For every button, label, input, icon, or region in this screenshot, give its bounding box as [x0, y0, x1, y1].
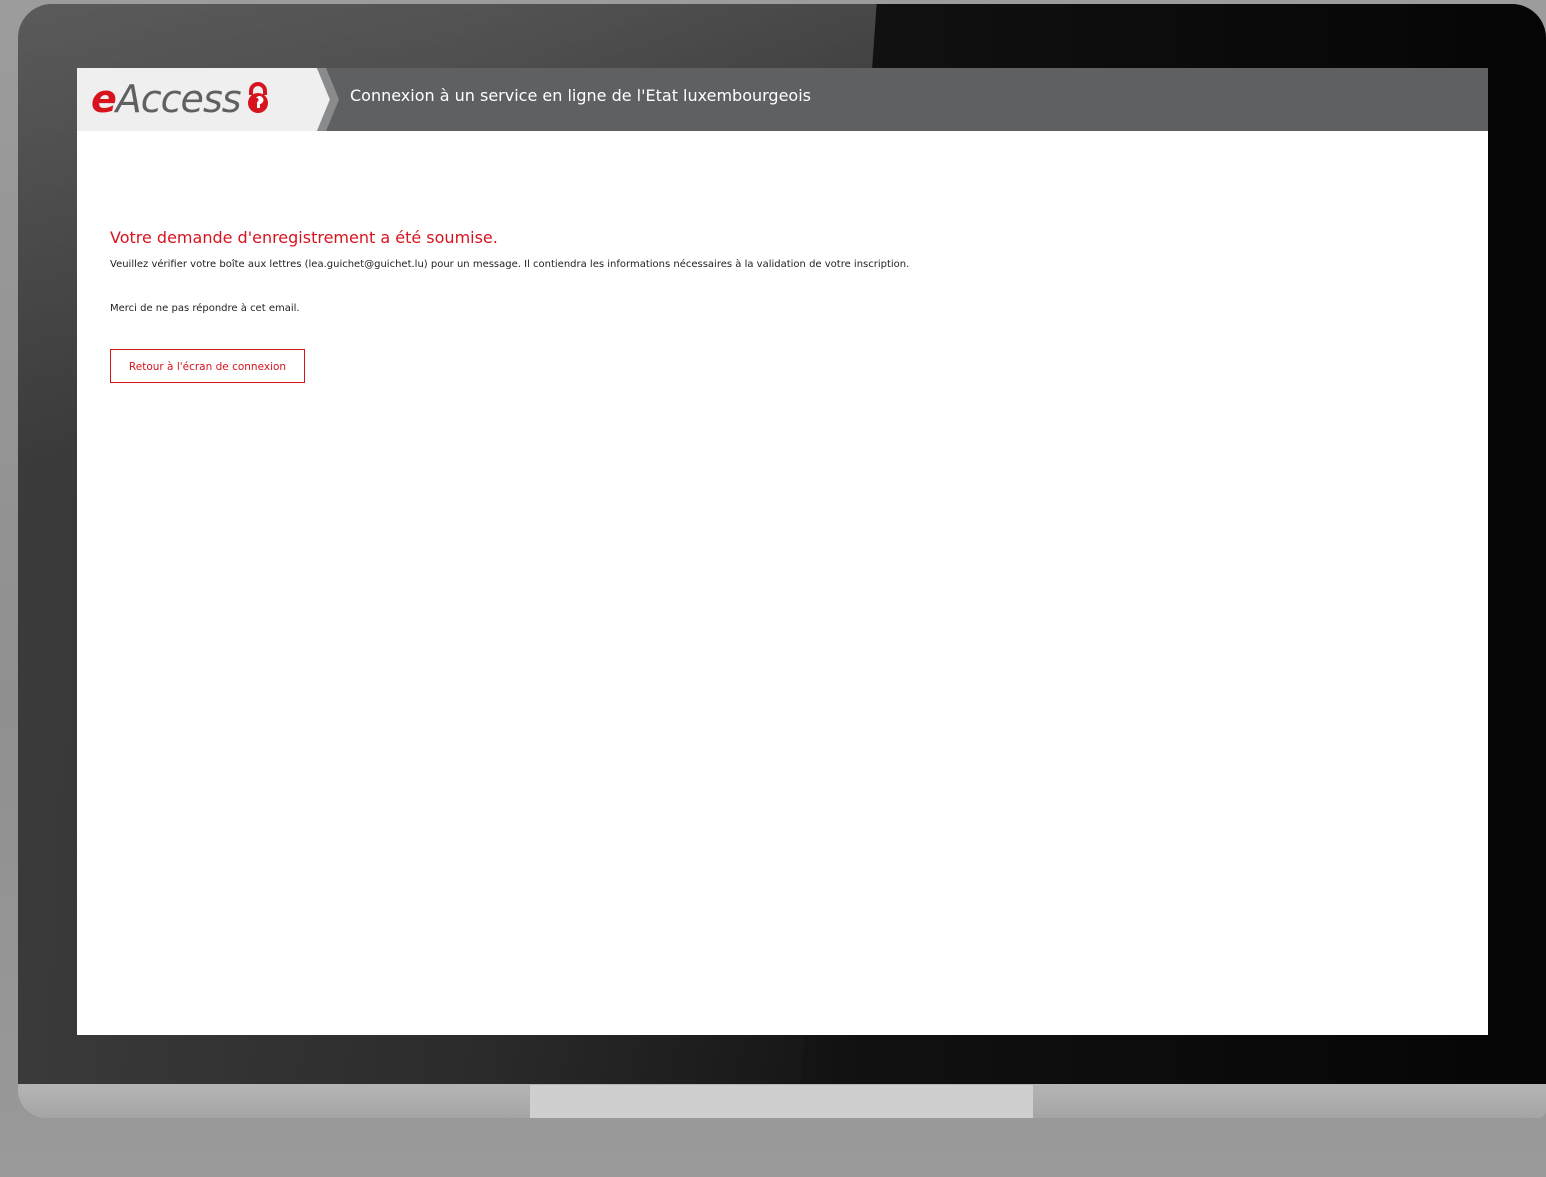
- laptop-notch: [530, 1085, 1033, 1118]
- no-reply-note: Merci de ne pas répondre à cet email.: [110, 303, 300, 314]
- logo-prefix: e: [91, 77, 117, 121]
- confirmation-headline: Votre demande d'enregistrement a été sou…: [110, 228, 498, 247]
- padlock-icon: [245, 76, 271, 126]
- eaccess-logo[interactable]: e Access: [91, 74, 271, 124]
- site-header: e Access Connexion à un service en ligne …: [77, 68, 1488, 131]
- logo-area: e Access: [77, 68, 317, 131]
- laptop-mockup: e Access Connexion à un service en ligne …: [0, 0, 1546, 1177]
- header-chevron-icon: [306, 68, 339, 131]
- confirmation-message: Veuillez vérifier votre boîte aux lettre…: [110, 259, 910, 270]
- logo-text: Access: [115, 77, 242, 121]
- browser-screen: e Access Connexion à un service en ligne …: [77, 68, 1488, 1035]
- header-title: Connexion à un service en ligne de l'Eta…: [350, 86, 811, 105]
- back-to-login-button[interactable]: Retour à l'écran de connexion: [110, 349, 305, 383]
- confirmation-panel: Votre demande d'enregistrement a été sou…: [110, 227, 1450, 383]
